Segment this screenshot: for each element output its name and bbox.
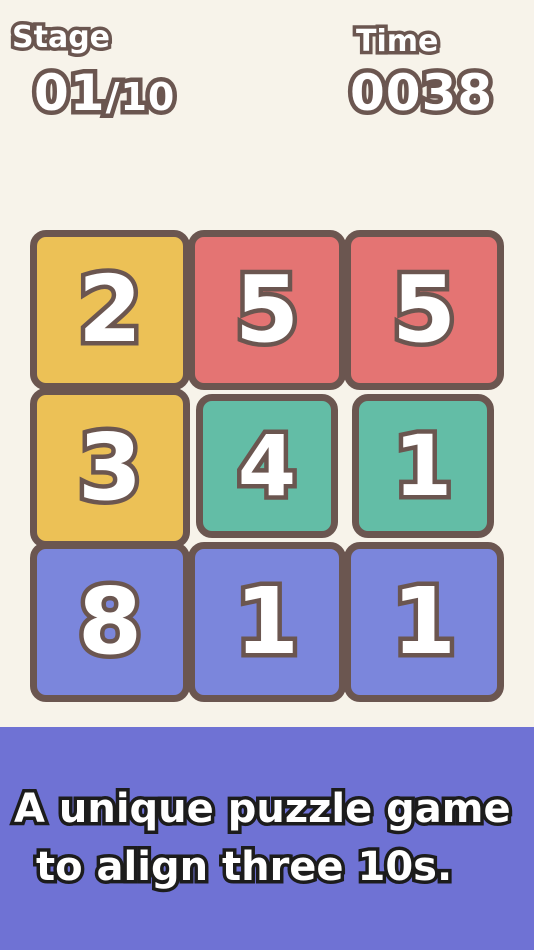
tile-r3-c3[interactable]: 1 [344,542,504,702]
tile-value: 4 [233,417,301,515]
tile-value: 2 [73,256,146,363]
stage-total: /10 [101,71,179,124]
tile-r2-c1[interactable]: 3 [30,388,190,548]
promo-line-2: to align three 10s. [33,841,456,894]
tile-value: 5 [230,256,303,363]
tile-r1-c1[interactable]: 2 [30,230,190,390]
tile-value: 8 [73,568,146,675]
stage-current: 01 [30,60,110,127]
promo-caption: A unique puzzle game to align three 10s. [11,780,515,896]
tile-value: 1 [389,417,457,515]
tile-value: 1 [387,568,460,675]
tile-value: 1 [230,568,303,675]
game-board: 2 5 5 3 4 1 8 1 1 [30,230,504,702]
tile-r2-c3[interactable]: 1 [352,394,494,538]
promo-banner: A unique puzzle game to align three 10s. [0,727,534,950]
tile-r1-c2[interactable]: 5 [188,230,346,390]
tile-r3-c1[interactable]: 8 [30,542,190,702]
time-counter: 0038 [345,60,496,127]
tile-r1-c3[interactable]: 5 [344,230,504,390]
tile-r2-c2[interactable]: 4 [196,394,338,538]
tile-r3-c2[interactable]: 1 [188,542,346,702]
stage-counter: 01/10 [30,60,179,127]
tile-value: 3 [73,414,146,521]
promo-line-1: A unique puzzle game [11,783,515,836]
time-label: Time [352,21,441,63]
tile-value: 5 [387,256,460,363]
stage-label: Stage [8,17,113,59]
